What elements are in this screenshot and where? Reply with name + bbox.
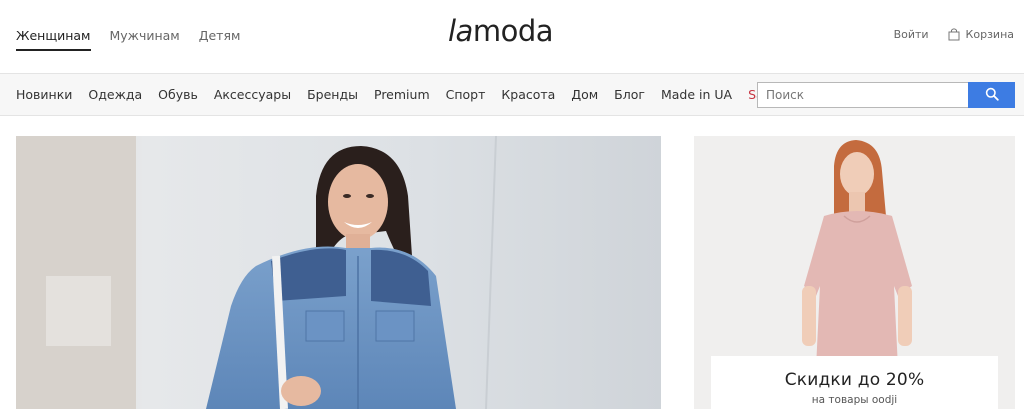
login-link[interactable]: Войти bbox=[894, 28, 929, 41]
category-item-premium[interactable]: Premium bbox=[374, 87, 430, 102]
category-item-made-in-ua[interactable]: Made in UA bbox=[661, 87, 732, 102]
tab-kids[interactable]: Детям bbox=[199, 28, 241, 51]
logo-part-moda: moda bbox=[472, 14, 554, 48]
category-bar: Новинки Одежда Обувь Аксессуары Бренды P… bbox=[0, 73, 1024, 116]
promo-banner[interactable]: Скидки до 20% на товары oodji bbox=[694, 136, 1015, 409]
tab-women[interactable]: Женщинам bbox=[16, 28, 91, 51]
promo-card: Скидки до 20% на товары oodji bbox=[711, 356, 998, 409]
cart-label: Корзина bbox=[965, 27, 1014, 41]
search-icon bbox=[985, 87, 999, 104]
gender-nav: Женщинам Мужчинам Детям bbox=[16, 28, 240, 51]
category-nav: Новинки Одежда Обувь Аксессуары Бренды P… bbox=[16, 87, 787, 102]
category-item-shoes[interactable]: Обувь bbox=[158, 87, 198, 102]
search-input[interactable] bbox=[757, 82, 968, 108]
site-header: Женщинам Мужчинам Детям lamoda Войти Кор… bbox=[0, 0, 1024, 73]
search-form bbox=[757, 82, 1015, 108]
category-item-accessories[interactable]: Аксессуары bbox=[214, 87, 291, 102]
category-item-home[interactable]: Дом bbox=[571, 87, 598, 102]
header-actions: Войти Корзина bbox=[894, 27, 1014, 41]
category-item-new[interactable]: Новинки bbox=[16, 87, 72, 102]
site-logo[interactable]: lamoda bbox=[448, 14, 554, 48]
shopping-bag-icon bbox=[947, 27, 961, 41]
category-item-blog[interactable]: Блог bbox=[614, 87, 645, 102]
category-item-sport[interactable]: Спорт bbox=[446, 87, 486, 102]
category-item-brands[interactable]: Бренды bbox=[307, 87, 358, 102]
search-button[interactable] bbox=[968, 82, 1015, 108]
hero-banner[interactable] bbox=[16, 136, 661, 409]
cart-link[interactable]: Корзина bbox=[947, 27, 1014, 41]
logo-part-la: la bbox=[448, 14, 473, 48]
tab-men[interactable]: Мужчинам bbox=[110, 28, 180, 51]
promo-title: Скидки до 20% bbox=[784, 370, 925, 390]
category-item-clothing[interactable]: Одежда bbox=[88, 87, 142, 102]
category-item-beauty[interactable]: Красота bbox=[501, 87, 555, 102]
hero-photo bbox=[16, 136, 661, 409]
promo-subtitle: на товары oodji bbox=[811, 394, 898, 406]
